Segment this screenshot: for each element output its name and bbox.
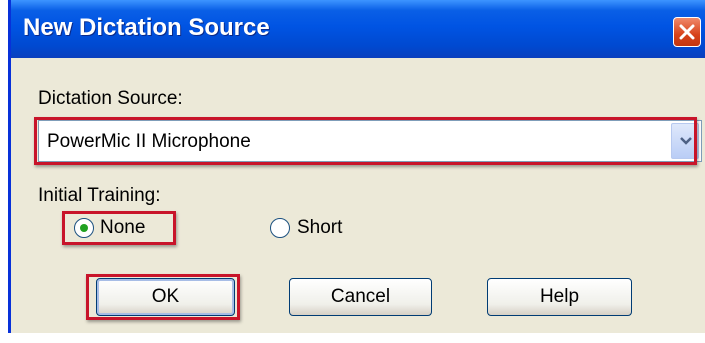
radio-selected-dot: [80, 224, 88, 232]
dictation-source-value: PowerMic II Microphone: [47, 131, 251, 152]
chevron-down-icon: [680, 137, 692, 145]
dropdown-button[interactable]: [671, 123, 699, 159]
radio-none-button[interactable]: [74, 218, 94, 238]
cancel-button[interactable]: Cancel: [289, 278, 432, 316]
radio-none-label[interactable]: None: [100, 217, 145, 239]
close-button[interactable]: [673, 17, 701, 47]
radio-short-button[interactable]: [270, 218, 290, 238]
ok-button[interactable]: OK: [96, 278, 235, 316]
title-bar[interactable]: New Dictation Source: [11, 0, 705, 58]
dictation-source-label: Dictation Source:: [38, 88, 183, 109]
window-title: New Dictation Source: [23, 14, 270, 41]
dictation-source-dropdown[interactable]: PowerMic II Microphone: [38, 120, 702, 162]
close-icon: [679, 24, 695, 40]
initial-training-label: Initial Training:: [38, 185, 161, 206]
radio-short-label[interactable]: Short: [297, 217, 342, 239]
help-button[interactable]: Help: [487, 278, 632, 316]
